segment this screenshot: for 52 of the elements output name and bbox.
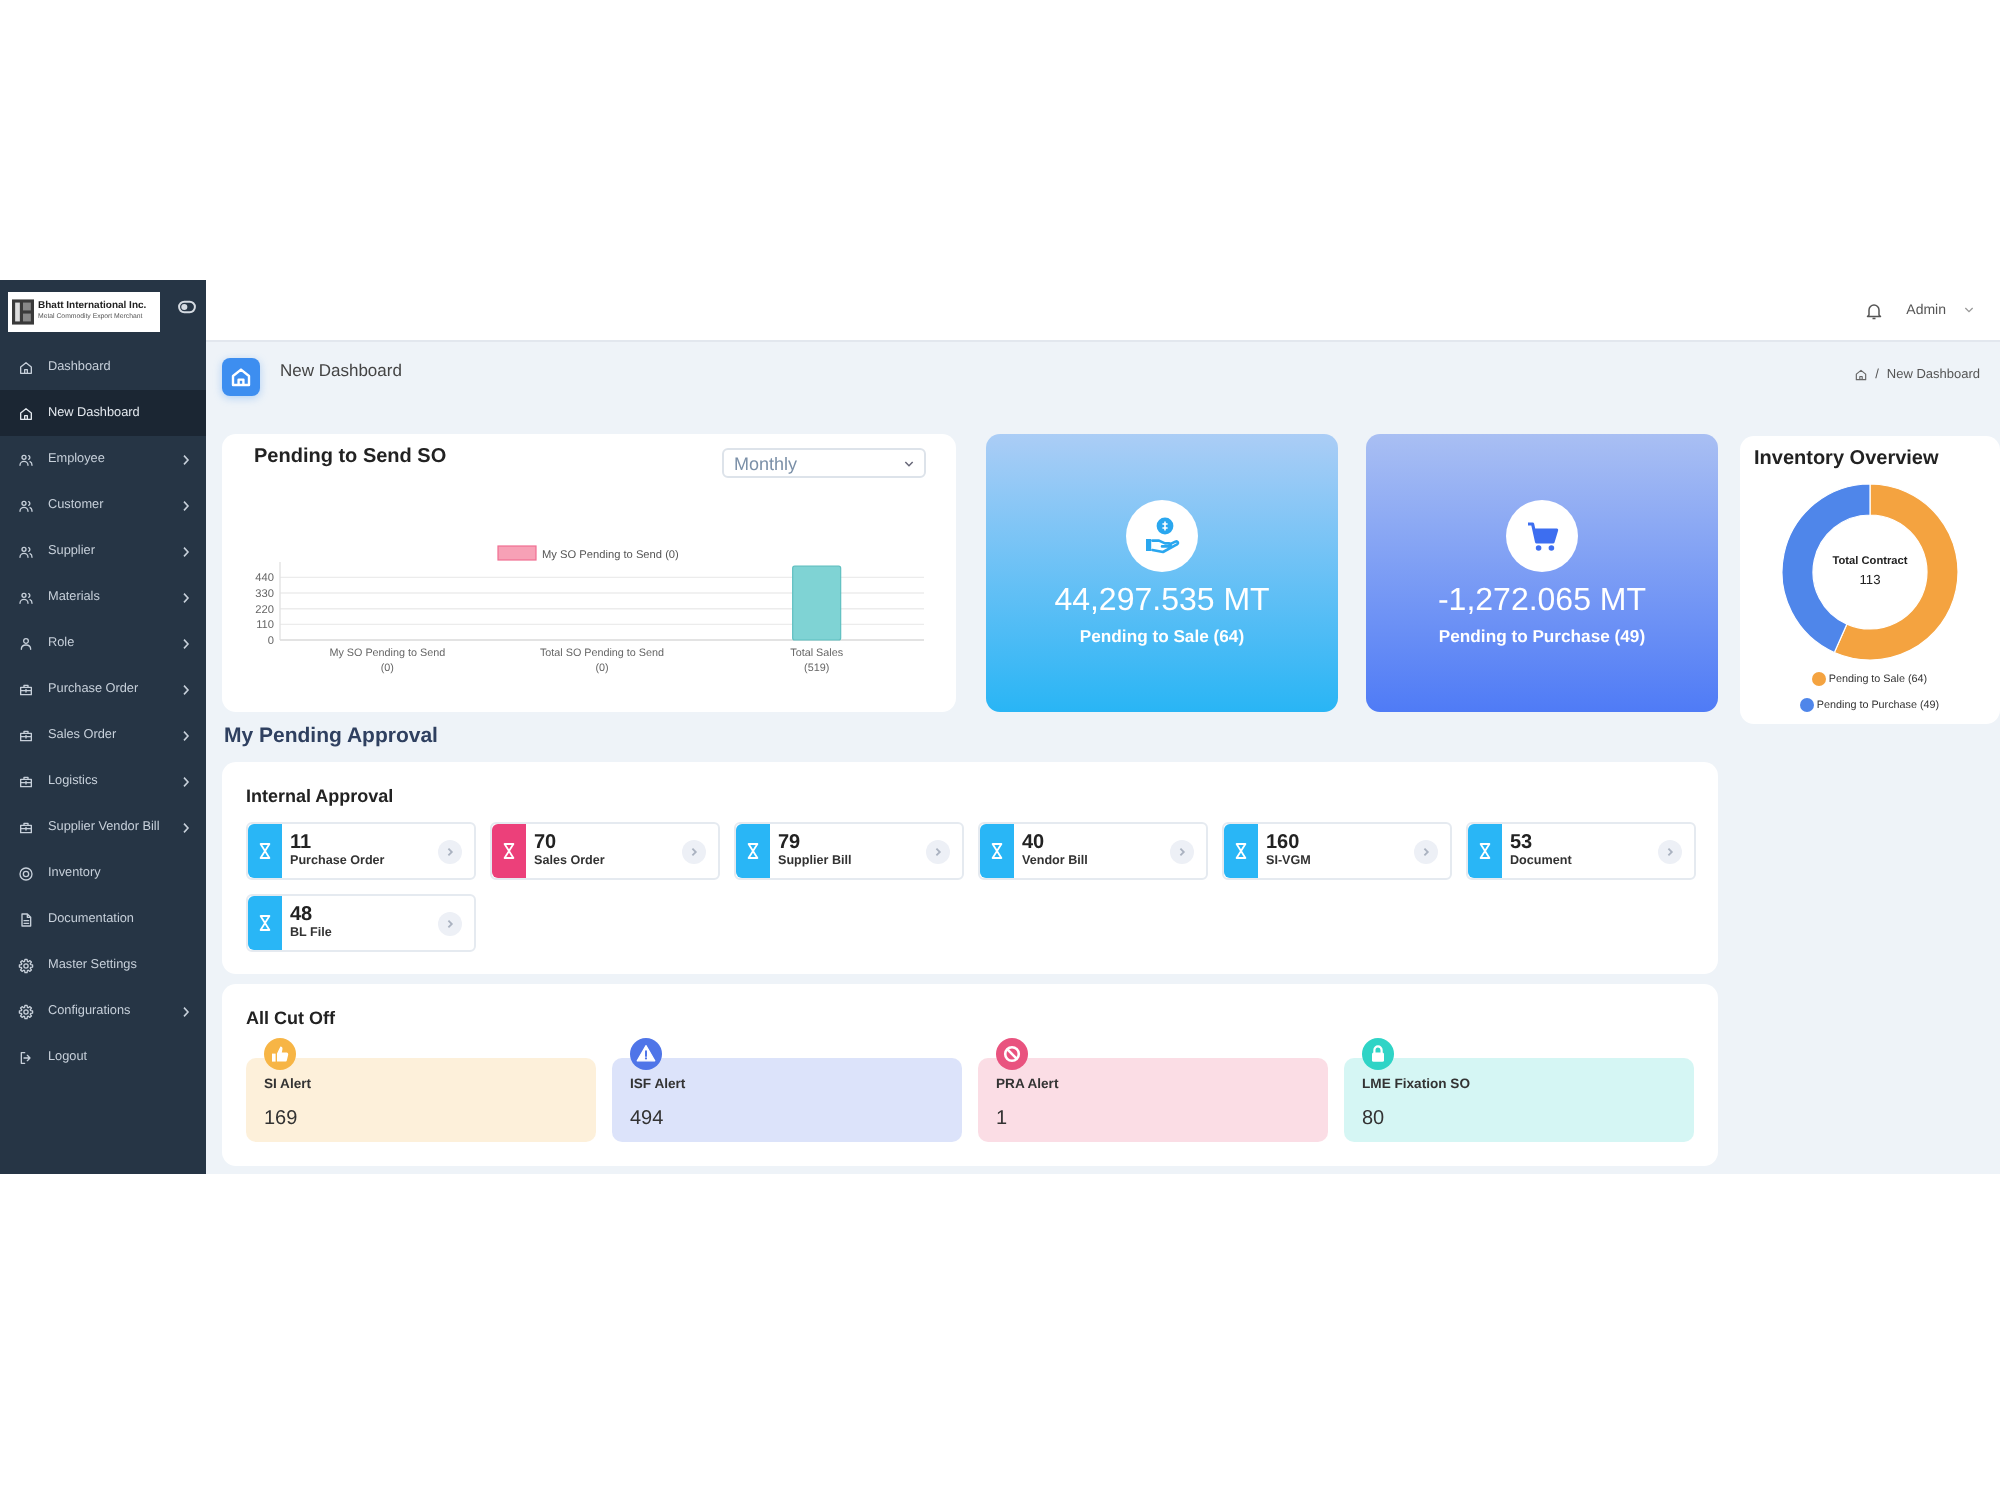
- stat-label: Pending to Sale (64): [1079, 626, 1245, 646]
- alert-value: 1: [996, 1108, 1010, 1130]
- briefcase-icon: [18, 681, 34, 697]
- approval-count: 79: [778, 832, 803, 854]
- stat-value: 44,297.535 MT: [1054, 584, 1270, 620]
- user-icon: [18, 635, 34, 651]
- approval-count: 11: [290, 832, 314, 854]
- stat-label: Pending to Purchase (49): [1438, 626, 1646, 646]
- chevron-right-icon[interactable]: [682, 839, 706, 863]
- coin-hand-icon: [1126, 500, 1198, 572]
- card-title: Internal Approval: [246, 784, 396, 808]
- briefcase-icon: [18, 819, 34, 835]
- chevron-right-icon[interactable]: [1414, 839, 1438, 863]
- home-icon: [18, 405, 34, 421]
- users-icon: [18, 543, 34, 559]
- home-icon[interactable]: [222, 358, 260, 396]
- chevron-right-icon[interactable]: [1658, 839, 1682, 863]
- stat-value: -1,272.065 MT: [1437, 584, 1647, 620]
- card-title: All Cut Off: [246, 1006, 337, 1030]
- chevron-right-icon[interactable]: [1170, 839, 1194, 863]
- card-title: Inventory Overview: [1754, 446, 1939, 472]
- cart-icon: [1506, 500, 1578, 572]
- chevron-right-icon[interactable]: [438, 839, 462, 863]
- caret-down-icon: [904, 459, 914, 467]
- users-icon: [18, 589, 34, 605]
- chevron-right-icon[interactable]: [926, 839, 950, 863]
- users-icon: [18, 497, 34, 513]
- alert-value: 80: [1362, 1108, 1387, 1130]
- notification-bell-icon[interactable]: [1866, 301, 1883, 319]
- toggle-icon[interactable]: [178, 299, 196, 313]
- page-title: New Dashboard: [280, 360, 402, 380]
- section-heading: My Pending Approval: [224, 724, 440, 750]
- caret-down-icon: [1964, 306, 1974, 314]
- briefcase-icon: [18, 773, 34, 789]
- approval-count: 40: [1022, 832, 1047, 854]
- logout-icon: [18, 1049, 34, 1065]
- briefcase-icon: [18, 727, 34, 743]
- approval-count: 48: [290, 904, 315, 926]
- settings-icon: [18, 1003, 34, 1019]
- logo-emblem-icon: [12, 298, 34, 326]
- approval-count: 160: [1266, 832, 1302, 854]
- settings-icon: [18, 957, 34, 973]
- document-icon: [18, 911, 34, 927]
- home-icon[interactable]: [1853, 368, 1868, 382]
- approval-count: 70: [534, 832, 559, 854]
- alert-value: 169: [264, 1108, 300, 1130]
- chevron-right-icon[interactable]: [438, 911, 462, 935]
- card-title: Pending to Send SO: [254, 446, 447, 468]
- home-icon: [18, 359, 34, 375]
- approval-count: 53: [1510, 832, 1535, 854]
- alert-value: 494: [630, 1108, 666, 1130]
- users-icon: [18, 451, 34, 467]
